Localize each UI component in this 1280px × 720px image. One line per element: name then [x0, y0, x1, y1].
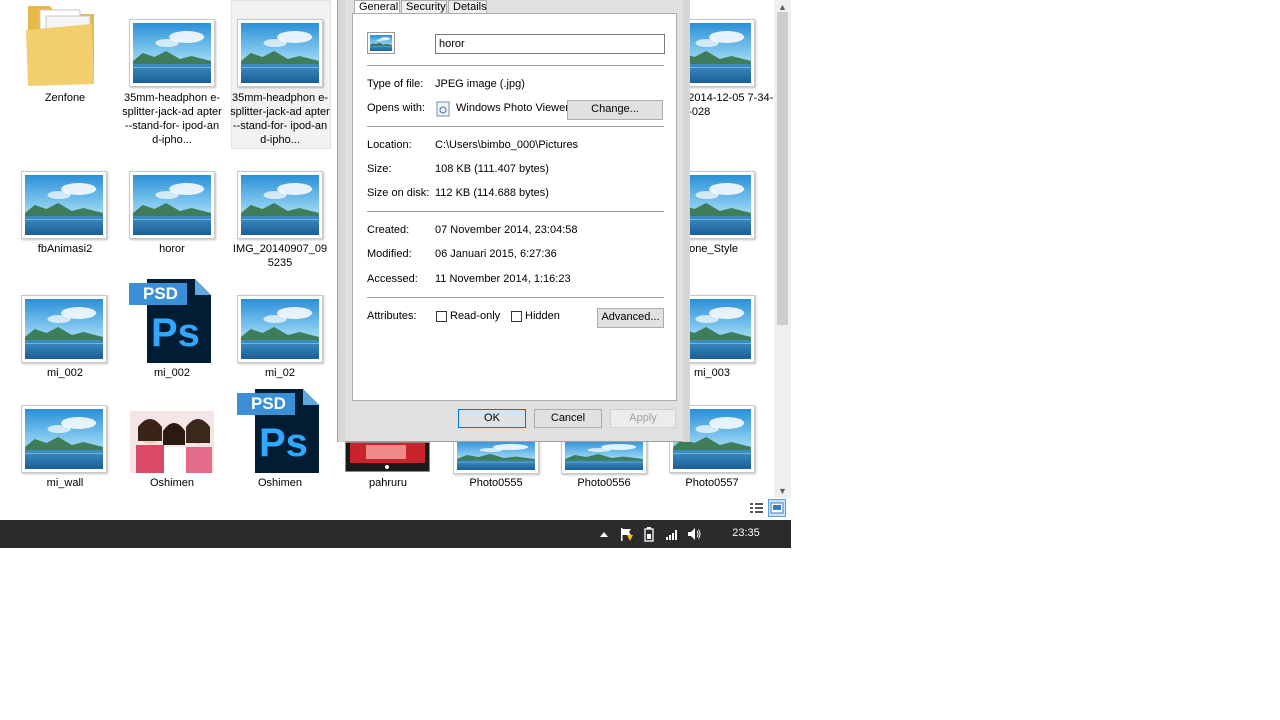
hidden-label[interactable]: Hidden: [525, 310, 560, 322]
photo-thumbnail[interactable]: [345, 442, 430, 472]
opens-with-label: Opens with:: [367, 102, 426, 114]
file-name[interactable]: hone_Style: [683, 242, 783, 256]
dialog-frame-right: [683, 0, 690, 442]
dialog-frame-left: [338, 0, 345, 442]
change-button[interactable]: Change...: [567, 100, 663, 120]
ps-label: Ps: [259, 421, 308, 465]
modified-value: 06 Januari 2015, 6:27:36: [435, 248, 557, 260]
image-thumbnail[interactable]: [21, 405, 107, 473]
general-tab-panel: horor Type of file: JPEG image (.jpg) Op…: [352, 13, 677, 401]
psd-file-icon[interactable]: PSD Ps: [129, 279, 213, 363]
file-name[interactable]: mi_002: [122, 366, 222, 380]
type-of-file-label: Type of file:: [367, 78, 424, 90]
accessed-value: 11 November 2014, 1:16:23: [435, 273, 571, 285]
large-icons-view-button[interactable]: [768, 499, 786, 517]
file-name[interactable]: mi_wall: [15, 476, 115, 490]
psd-label: PSD: [251, 394, 286, 413]
location-label: Location:: [367, 139, 412, 151]
accessed-label: Accessed:: [367, 273, 418, 285]
divider: [367, 65, 664, 66]
created-value: 07 November 2014, 23:04:58: [435, 224, 578, 236]
taskbar: 23:35: [0, 520, 791, 548]
size-on-disk-value: 112 KB (114.688 bytes): [435, 187, 549, 199]
file-name[interactable]: mi_002: [15, 366, 115, 380]
file-name[interactable]: fbAnimasi2: [15, 242, 115, 256]
file-name[interactable]: Zenfone: [15, 91, 115, 105]
location-value: C:\Users\bimbo_000\Pictures: [435, 139, 579, 151]
image-thumbnail[interactable]: [21, 295, 107, 363]
photo-thumbnail[interactable]: [130, 411, 214, 473]
divider: [367, 297, 664, 298]
apply-button: Apply: [610, 409, 676, 428]
psd-label: PSD: [143, 284, 178, 303]
tab-security[interactable]: Security: [401, 0, 447, 14]
file-name[interactable]: Oshimen: [230, 476, 330, 490]
folder-icon[interactable]: [24, 0, 98, 88]
file-name[interactable]: pahruru: [338, 476, 438, 490]
file-name-input[interactable]: horor: [435, 34, 665, 54]
image-thumbnail[interactable]: [237, 171, 323, 239]
image-thumbnail[interactable]: [129, 171, 215, 239]
file-name[interactable]: Oshimen: [122, 476, 222, 490]
read-only-checkbox[interactable]: [436, 311, 447, 322]
file-name[interactable]: 35mm-headphon e-splitter-jack-ad apter--…: [230, 91, 330, 147]
image-thumbnail[interactable]: [129, 19, 215, 87]
image-thumbnail[interactable]: [21, 171, 107, 239]
ps-label: Ps: [151, 311, 200, 355]
vertical-scrollbar[interactable]: ▲ ▼: [774, 0, 791, 498]
file-name[interactable]: 35mm-headphon e-splitter-jack-ad apter--…: [122, 91, 222, 147]
volume-icon[interactable]: [686, 526, 702, 542]
file-name[interactable]: IMG_20140907_09 5235: [230, 242, 330, 270]
tab-details[interactable]: Details: [448, 0, 487, 14]
size-value: 108 KB (111.407 bytes): [435, 163, 549, 175]
read-only-label[interactable]: Read-only: [450, 310, 500, 322]
file-name[interactable]: 0_2014-12-05 7-34-35-028: [676, 91, 776, 119]
ok-button[interactable]: OK: [458, 409, 526, 428]
file-name[interactable]: Photo0556: [554, 476, 654, 490]
psd-file-icon[interactable]: PSD Ps: [237, 389, 321, 473]
network-signal-icon[interactable]: [664, 526, 680, 542]
type-of-file-value: JPEG image (.jpg): [435, 78, 525, 90]
details-view-button[interactable]: [747, 499, 765, 517]
properties-dialog: General Security Details horor Type of f…: [337, 0, 690, 442]
battery-icon[interactable]: [642, 526, 656, 542]
image-thumbnail[interactable]: [237, 19, 323, 87]
file-name[interactable]: horor: [122, 242, 222, 256]
created-label: Created:: [367, 224, 410, 236]
file-name[interactable]: Photo0555: [446, 476, 546, 490]
file-name[interactable]: mi_02: [230, 366, 330, 380]
hidden-checkbox[interactable]: [511, 311, 522, 322]
file-name[interactable]: Photo0557: [662, 476, 762, 490]
modified-label: Modified:: [367, 248, 412, 260]
opens-with-value: Windows Photo Viewer: [456, 102, 569, 114]
advanced-button[interactable]: Advanced...: [597, 308, 664, 328]
divider: [367, 126, 664, 127]
scroll-down-arrow-icon[interactable]: ▼: [774, 484, 791, 498]
file-type-icon: [367, 32, 395, 54]
action-center-flag-icon[interactable]: [619, 526, 635, 542]
image-thumbnail[interactable]: [237, 295, 323, 363]
scrollbar-thumb[interactable]: [777, 12, 788, 325]
attributes-label: Attributes:: [367, 310, 417, 322]
show-hidden-icons-arrow-icon[interactable]: [598, 526, 610, 542]
divider: [367, 211, 664, 212]
size-label: Size:: [367, 163, 392, 175]
cancel-button[interactable]: Cancel: [534, 409, 602, 428]
taskbar-clock[interactable]: 23:35: [722, 527, 770, 539]
photo-viewer-icon: [436, 101, 450, 117]
size-on-disk-label: Size on disk:: [367, 187, 430, 199]
